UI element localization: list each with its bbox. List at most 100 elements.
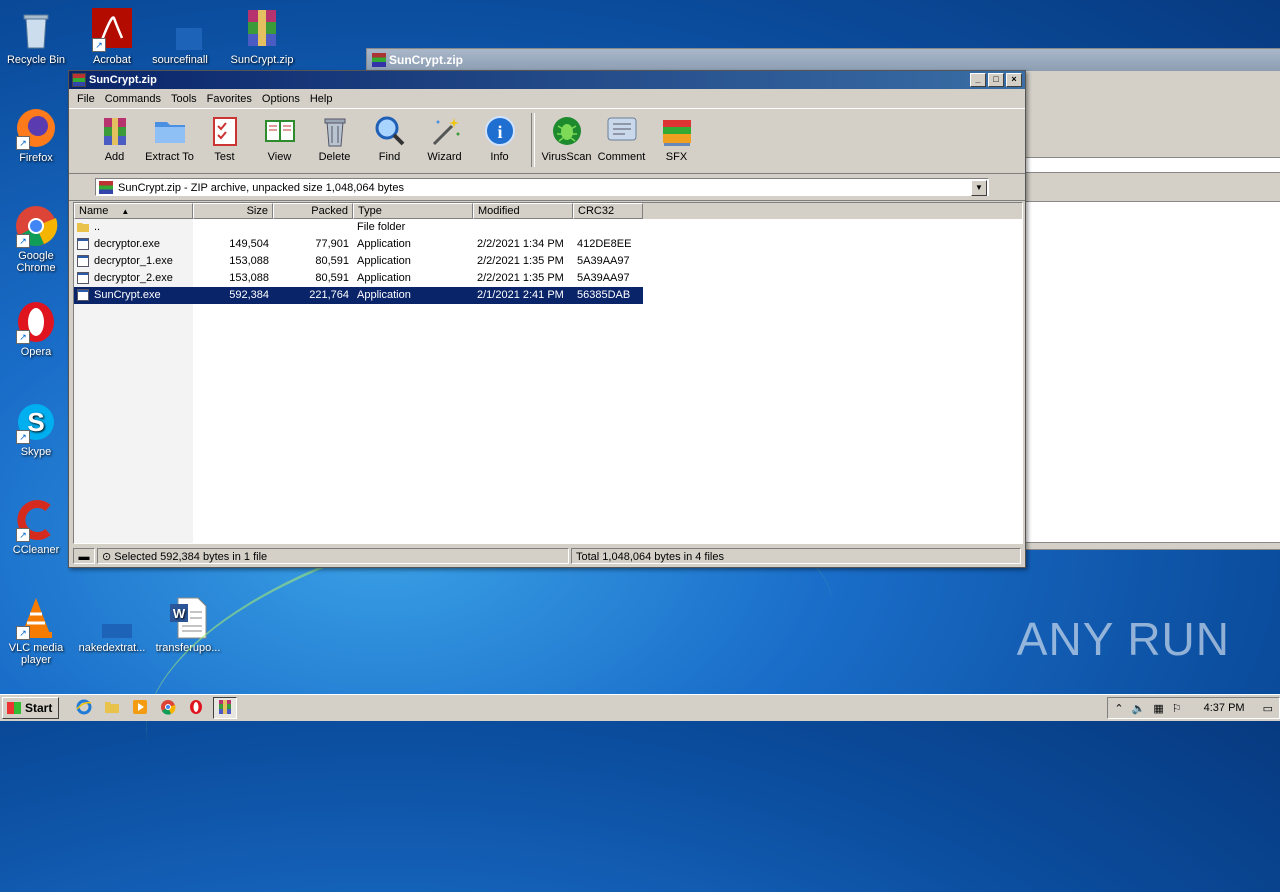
maximize-button[interactable]: □ <box>988 73 1004 87</box>
desktop-icon-acrobat[interactable]: ↗ Acrobat <box>76 8 148 66</box>
menu-help[interactable]: Help <box>306 93 337 105</box>
cell-size: 149,504 <box>229 238 269 250</box>
column-header-modified[interactable]: Modified <box>473 203 573 219</box>
chrome-icon <box>160 699 176 718</box>
menu-options[interactable]: Options <box>258 93 304 105</box>
address-row: SunCrypt.zip - ZIP archive, unpacked siz… <box>69 174 1025 201</box>
table-row[interactable]: decryptor.exe 149,504 77,901 Application… <box>74 236 1022 253</box>
table-row[interactable]: decryptor_2.exe 153,088 80,591 Applicati… <box>74 270 1022 287</box>
table-row[interactable]: .. File folder <box>74 219 1022 236</box>
cell-crc32 <box>573 219 643 236</box>
view-button[interactable]: View <box>252 109 307 163</box>
bug-icon <box>550 114 584 148</box>
background-window-titlebar[interactable]: SunCrypt.zip <box>367 49 1280 71</box>
column-header-size[interactable]: Size <box>193 203 273 219</box>
desktop-icon-recycle-bin[interactable]: Recycle Bin <box>0 8 72 66</box>
chevron-down-icon[interactable]: ▼ <box>971 180 987 196</box>
column-header-name[interactable]: Name ▲ <box>74 203 193 219</box>
recycle-bin-icon <box>14 8 58 52</box>
toolbar-label: Info <box>490 151 509 163</box>
desktop-icon-label: CCleaner <box>12 544 60 556</box>
desktop-icon-firefox[interactable]: ↗ Firefox <box>0 106 72 164</box>
cell-type: Application <box>353 287 473 304</box>
cell-packed: 77,901 <box>315 238 349 250</box>
column-header-crc32[interactable]: CRC32 <box>573 203 643 219</box>
winrar-window[interactable]: SunCrypt.zip _ □ × File Commands Tools F… <box>68 70 1026 568</box>
desktop-icon-skype[interactable]: S ↗ Skype <box>0 400 72 458</box>
trash-icon <box>318 114 352 148</box>
key-icon: ⊙ <box>102 551 115 563</box>
add-button[interactable]: Add <box>87 109 142 163</box>
row-name-text: SunCrypt.exe <box>94 289 161 301</box>
table-row-selected[interactable]: SunCrypt.exe 592,384 221,764 Application… <box>74 287 1022 304</box>
desktop-icon-label: Recycle Bin <box>6 54 66 66</box>
wand-icon <box>428 114 462 148</box>
close-button[interactable]: × <box>1006 73 1022 87</box>
desktop-icon-chrome[interactable]: ↗ Google Chrome <box>0 204 72 274</box>
row-name-text: .. <box>94 221 101 233</box>
cell-name: .. <box>74 219 193 236</box>
info-button[interactable]: i Info <box>472 109 527 163</box>
desktop-icon-nakedextrat[interactable]: nakedextrat... <box>76 596 148 654</box>
list-header: Name ▲ Size Packed Type Modified CRC32 <box>74 203 1022 219</box>
taskbar-chrome[interactable] <box>157 698 179 718</box>
virusscan-button[interactable]: VirusScan <box>539 109 594 163</box>
file-list[interactable]: Name ▲ Size Packed Type Modified CRC32 .… <box>73 202 1023 544</box>
menu-favorites[interactable]: Favorites <box>203 93 256 105</box>
cell-name: SunCrypt.exe <box>74 287 193 304</box>
desktop-icon-vlc[interactable]: ↗ VLC media player <box>0 596 72 666</box>
taskbar: Start ⌃ 🔈 ▦ ⚐ 4:37 PM ▭ <box>0 694 1280 721</box>
toolbar-label: Comment <box>597 151 646 163</box>
books-icon <box>660 114 694 148</box>
find-button[interactable]: Find <box>362 109 417 163</box>
drive-indicator[interactable]: ▬ <box>73 548 95 564</box>
toolbar-label: VirusScan <box>541 151 592 163</box>
toolbar-separator <box>531 113 535 167</box>
menu-commands[interactable]: Commands <box>101 93 165 105</box>
extract-to-button[interactable]: Extract To <box>142 109 197 163</box>
toolbar: Add Extract To Test View Delete Find Wiz… <box>69 108 1025 174</box>
desktop-icon-opera[interactable]: ↗ Opera <box>0 300 72 358</box>
show-desktop-icon[interactable]: ▭ <box>1263 702 1273 715</box>
clock[interactable]: 4:37 PM <box>1204 702 1245 714</box>
start-button[interactable]: Start <box>2 697 60 719</box>
comment-button[interactable]: Comment <box>594 109 649 163</box>
shortcut-arrow-icon: ↗ <box>16 234 30 248</box>
sfx-button[interactable]: SFX <box>649 109 704 163</box>
status-left-text: Selected 592,384 bytes in 1 file <box>114 551 268 563</box>
cell-type: Application <box>357 272 411 284</box>
cell-crc32: 5A39AA97 <box>577 272 630 284</box>
desktop-icon-suncrypt-zip[interactable]: SunCrypt.zip <box>226 8 298 66</box>
chevron-up-icon[interactable]: ⌃ <box>1114 702 1123 715</box>
column-header-packed[interactable]: Packed <box>273 203 353 219</box>
taskbar-winrar[interactable] <box>213 697 238 719</box>
desktop-icon-ccleaner[interactable]: ↗ CCleaner <box>0 498 72 556</box>
winrar-icon <box>217 699 233 718</box>
menu-tools[interactable]: Tools <box>167 93 201 105</box>
taskbar-explorer[interactable] <box>101 698 123 718</box>
shortcut-arrow-icon: ↗ <box>16 330 30 344</box>
row-name-text: decryptor_2.exe <box>94 272 173 284</box>
background-window-title: SunCrypt.zip <box>389 53 463 67</box>
taskbar-media-player[interactable] <box>129 698 151 718</box>
desktop-icon-sourcefinall[interactable]: sourcefinall <box>144 8 216 66</box>
window-titlebar[interactable]: SunCrypt.zip _ □ × <box>69 71 1025 89</box>
magnifier-icon <box>373 114 407 148</box>
cell-name: decryptor_2.exe <box>74 270 193 287</box>
flag-icon[interactable]: ⚐ <box>1172 702 1182 715</box>
acrobat-icon: ↗ <box>90 8 134 52</box>
delete-button[interactable]: Delete <box>307 109 362 163</box>
network-icon[interactable]: ▦ <box>1153 702 1163 715</box>
wizard-button[interactable]: Wizard <box>417 109 472 163</box>
speaker-icon[interactable]: 🔈 <box>1132 702 1146 715</box>
table-row[interactable]: decryptor_1.exe 153,088 80,591 Applicati… <box>74 253 1022 270</box>
taskbar-ie[interactable] <box>73 698 95 718</box>
menu-file[interactable]: File <box>73 93 99 105</box>
application-icon <box>77 255 89 267</box>
toolbar-label: Add <box>104 151 125 163</box>
address-box[interactable]: SunCrypt.zip - ZIP archive, unpacked siz… <box>95 178 989 196</box>
column-header-type[interactable]: Type <box>353 203 473 219</box>
test-button[interactable]: Test <box>197 109 252 163</box>
minimize-button[interactable]: _ <box>970 73 986 87</box>
taskbar-opera[interactable] <box>185 698 207 718</box>
